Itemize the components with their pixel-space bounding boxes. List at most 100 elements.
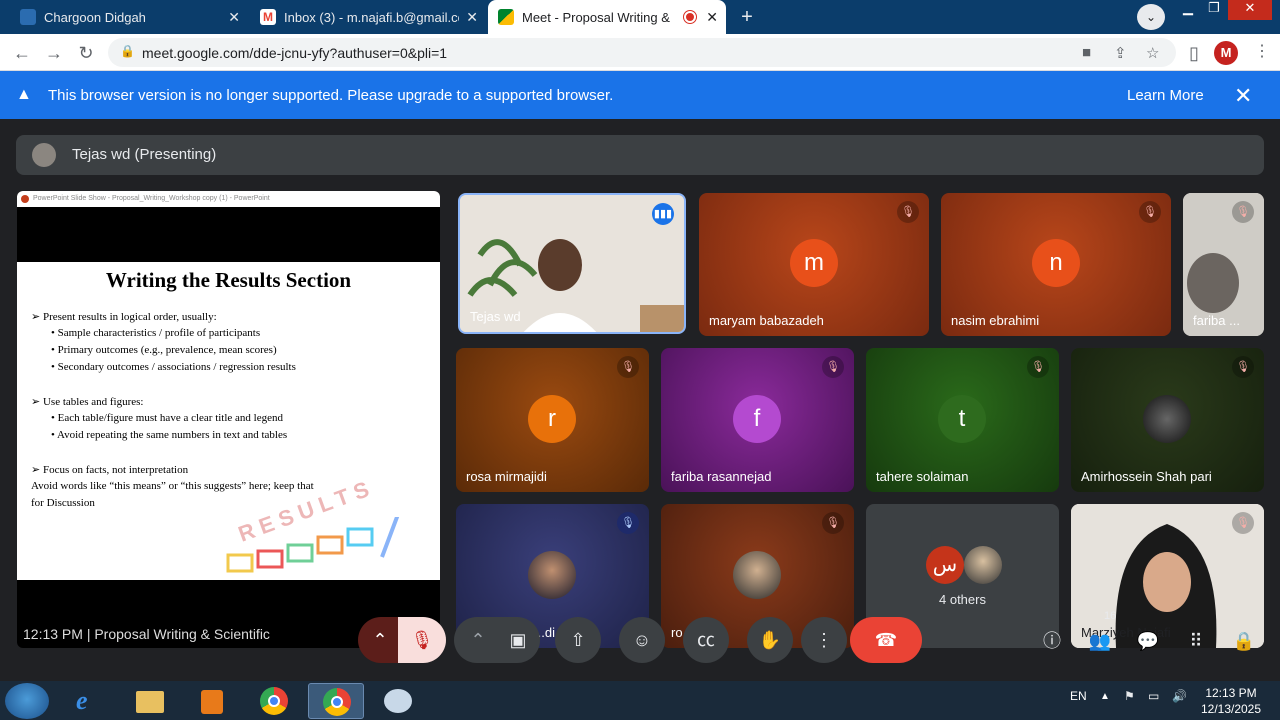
slide-text: Focus on facts, not interpretation (42, 464, 189, 476)
activities-icon[interactable]: ⠿ (1184, 629, 1208, 653)
chrome-icon[interactable] (246, 683, 302, 719)
participant-initial: m (790, 239, 838, 287)
restore-button[interactable]: ❐ (1202, 0, 1226, 20)
others-count: 4 others (939, 592, 986, 607)
network-icon[interactable]: ▭ (1148, 689, 1159, 703)
slide-line: for Discussion (31, 497, 95, 509)
meet-main: Tejas wd (Presenting) PowerPoint Slide S… (0, 119, 1280, 681)
tab-title: Chargoon Didgah (44, 9, 146, 25)
slide-line: • Sample characteristics / profile of pa… (51, 327, 261, 339)
leave-call-button[interactable]: ☎ (850, 617, 922, 663)
slide-line: Avoid words like “this means” or “this s… (31, 480, 314, 492)
participant-avatar (733, 551, 781, 599)
mic-off-icon: 🎙 (822, 356, 844, 378)
close-window-button[interactable]: ✕ (1228, 0, 1272, 20)
slide-line: ➢ Present results in logical order, usua… (31, 311, 217, 323)
slide-line: • Primary outcomes (e.g., prevalence, me… (51, 344, 277, 356)
participant-tile-fariba[interactable]: 🎙 fariba ... (1183, 193, 1264, 336)
close-tab-icon[interactable]: ✕ (228, 9, 240, 26)
participant-tile-rosa[interactable]: r 🎙 rosa mirmajidi (456, 348, 649, 492)
audio-options-button[interactable]: ⌃ (358, 617, 402, 663)
start-button[interactable] (5, 683, 49, 719)
paint-icon[interactable] (370, 683, 426, 719)
address-bar[interactable]: 🔒 meet.google.com/dde-jcnu-yfy?authuser=… (108, 38, 1176, 67)
file-explorer-icon[interactable] (122, 683, 178, 719)
meet-favicon-icon (498, 9, 514, 25)
participant-name: maryam babazadeh (709, 313, 824, 328)
participant-name: Amirhossein Shah pari (1081, 469, 1212, 484)
gmail-favicon-icon: M (260, 9, 276, 25)
powerpoint-window-title: PowerPoint Slide Show - Proposal_Writing… (33, 195, 270, 202)
participant-tile-maryam[interactable]: m 🎙 maryam babazadeh (699, 193, 929, 336)
participant-name: nasim ebrahimi (951, 313, 1040, 328)
slide-line: • Avoid repeating the same numbers in te… (51, 429, 288, 441)
close-tab-icon[interactable]: ✕ (706, 9, 718, 26)
browser-menu-icon[interactable]: ⋮ (1254, 41, 1270, 61)
participant-avatar (1143, 395, 1191, 443)
system-clock[interactable]: 12:13 PM 12/13/2025 (1196, 685, 1266, 717)
side-panel-icon[interactable]: ▯ (1182, 41, 1206, 65)
participant-name: rosa mirmajidi (466, 469, 547, 484)
slide-text: Use tables and figures: (42, 396, 144, 408)
others-avatar-initial: س (926, 546, 964, 584)
host-controls-icon[interactable]: 🔒 (1232, 629, 1256, 653)
meeting-info-icon[interactable]: ⓘ (1040, 629, 1064, 653)
slide: Writing the Results Section ➢ Present re… (17, 262, 440, 580)
tab-meet[interactable]: Meet - Proposal Writing & S ✕ (488, 0, 726, 34)
tab-search-button[interactable]: ⌄ (1137, 4, 1165, 30)
learn-more-link[interactable]: Learn More (1127, 87, 1204, 104)
reactions-button[interactable]: ☺ (619, 617, 665, 663)
camera-toggle-button[interactable]: ▣ (496, 617, 540, 663)
mic-off-icon: 🎙 (1027, 356, 1049, 378)
tab-title: Meet - Proposal Writing & S (522, 9, 672, 25)
slide-line: ➢ Use tables and figures: (31, 396, 144, 408)
banner-message: This browser version is no longer suppor… (48, 87, 614, 104)
participant-name: fariba rasannejad (671, 469, 772, 484)
participant-tile-amirhossein[interactable]: 🎙 Amirhossein Shah pari (1071, 348, 1264, 492)
profile-avatar[interactable]: M (1214, 41, 1238, 65)
back-button[interactable]: ← (10, 41, 34, 65)
close-tab-icon[interactable]: ✕ (466, 9, 478, 26)
close-banner-icon[interactable]: ✕ (1234, 83, 1252, 109)
chrome-active-icon[interactable] (308, 683, 364, 719)
reload-button[interactable]: ↻ (74, 41, 98, 65)
forward-button[interactable]: → (42, 41, 66, 65)
new-tab-button[interactable]: + (733, 4, 761, 30)
captions-button[interactable]: ㏄ (683, 617, 729, 663)
participant-tile-nasim[interactable]: n 🎙 nasim ebrahimi (941, 193, 1171, 336)
internet-explorer-icon[interactable]: e (62, 683, 118, 719)
chat-icon[interactable]: 💬 (1136, 629, 1160, 653)
slide-line: • Secondary outcomes / associations / re… (51, 361, 296, 373)
video-options-button[interactable]: ⌃ (454, 617, 502, 663)
people-count-badge: 16 (1104, 610, 1117, 622)
people-icon[interactable]: 👥 (1088, 629, 1112, 653)
slide-text: Secondary outcomes / associations / regr… (57, 361, 296, 373)
participant-tile-marziyeh[interactable]: 🎙 Marziyeh Najafi (1071, 504, 1264, 648)
present-screen-button[interactable]: ⇧ (555, 617, 601, 663)
slide-text: Present results in logical order, usuall… (42, 311, 217, 323)
share-icon[interactable]: ⇪ (1114, 44, 1127, 62)
more-options-button[interactable]: ⋮ (801, 617, 847, 663)
minimize-button[interactable]: ▁ (1176, 0, 1200, 20)
participant-tile-fariba-rasannejad[interactable]: f 🎙 fariba rasannejad (661, 348, 854, 492)
mic-off-icon: 🎙 (1232, 201, 1254, 223)
tray-expand-icon[interactable]: ▲ (1100, 691, 1110, 702)
raise-hand-button[interactable]: ✋ (747, 617, 793, 663)
language-indicator[interactable]: EN (1070, 689, 1087, 703)
presentation-stage: PowerPoint Slide Show - Proposal_Writing… (17, 191, 440, 648)
camera-icon[interactable]: ■ (1082, 44, 1091, 61)
meeting-time-title: 12:13 PM | Proposal Writing & Scientific (23, 626, 270, 642)
participant-tile-tahere[interactable]: t 🎙 tahere solaiman (866, 348, 1059, 492)
action-center-icon[interactable]: ⚑ (1124, 689, 1135, 703)
slide-text: Each table/figure must have a clear titl… (57, 412, 284, 424)
unsupported-browser-banner: ▲ This browser version is no longer supp… (0, 71, 1280, 119)
mic-off-icon: 🎙 (617, 512, 639, 534)
bookmark-star-icon[interactable]: ☆ (1146, 44, 1159, 62)
mic-toggle-button[interactable]: 🎙 (398, 617, 446, 663)
media-player-icon[interactable] (184, 683, 240, 719)
volume-icon[interactable]: 🔊 (1172, 689, 1187, 703)
participant-tile-tejas[interactable]: ▮▮▮ Tejas wd (458, 193, 686, 334)
presenter-avatar (32, 143, 56, 167)
tab-chargoon[interactable]: Chargoon Didgah ✕ (10, 0, 248, 34)
tab-gmail[interactable]: M Inbox (3) - m.najafi.b@gmail.com ✕ (250, 0, 486, 34)
